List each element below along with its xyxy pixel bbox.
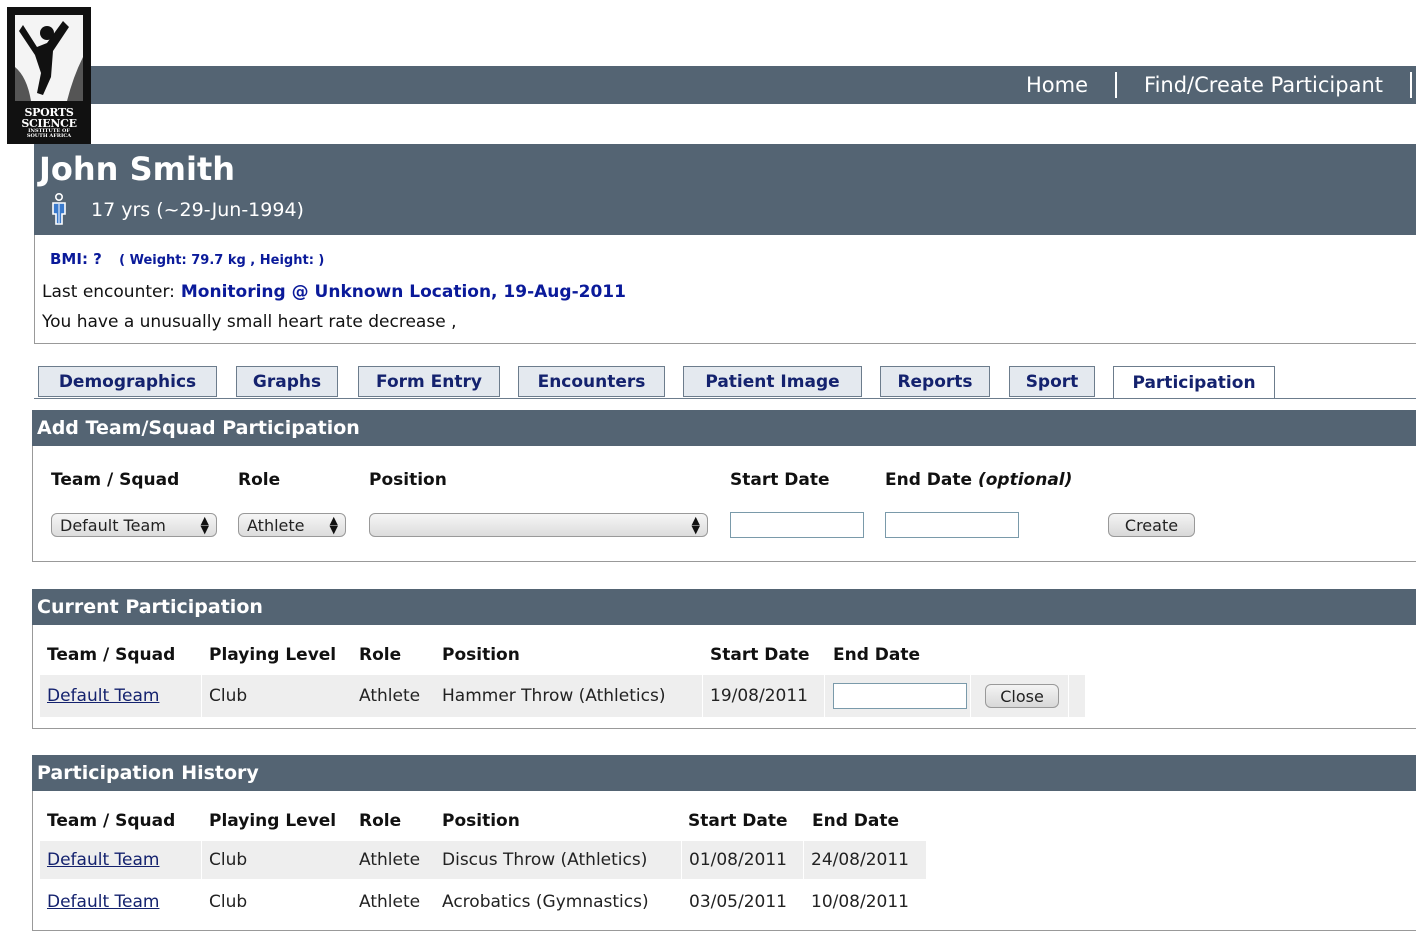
team-squad-label: Team / Squad (51, 470, 180, 490)
participant-header: John Smith 17 yrs (~29-Jun-1994) (34, 144, 1416, 235)
add-participation-panel: Team / Squad Role Position Start Date En… (32, 446, 1416, 562)
end-date-cell: 24/08/2011 (804, 841, 926, 879)
position-cell: Acrobatics (Gymnastics) (442, 892, 649, 912)
col-role: Role (359, 645, 402, 665)
start-date-cell: 03/05/2011 (689, 892, 787, 912)
last-encounter-label: Last encounter: (42, 282, 175, 302)
col-end-date: End Date (812, 811, 900, 831)
warning-message: You have a unusually small heart rate de… (42, 312, 457, 332)
spacer-cell (1069, 675, 1085, 717)
col-start-date: Start Date (710, 645, 810, 665)
team-link[interactable]: Default Team (47, 686, 159, 706)
role-cell: Athlete (352, 841, 435, 879)
end-date-cell: 10/08/2011 (811, 892, 909, 912)
tab-encounters[interactable]: Encounters (518, 366, 665, 397)
col-playing-level: Playing Level (209, 811, 337, 831)
nav-separator (1115, 72, 1118, 98)
role-select[interactable]: Athlete ▲ ▼ (238, 513, 346, 537)
start-date-label: Start Date (730, 470, 830, 490)
tab-participation[interactable]: Participation (1113, 366, 1275, 399)
male-person-icon (50, 192, 68, 229)
role-cell: Athlete (352, 675, 435, 717)
create-button[interactable]: Create (1108, 513, 1195, 537)
athlete-silhouette-icon (15, 15, 83, 101)
select-arrows-icon: ▲ ▼ (200, 514, 209, 536)
nav-find-create-link[interactable]: Find/Create Participant (1144, 73, 1383, 97)
institute-logo[interactable]: SPORTS SCIENCE INSTITUTE OF SOUTH AFRICA (7, 7, 91, 144)
col-team-squad: Team / Squad (47, 645, 176, 665)
col-position: Position (442, 645, 520, 665)
role-cell: Athlete (359, 892, 421, 912)
col-end-date: End Date (833, 645, 921, 665)
tab-underline (34, 398, 1416, 399)
start-date-input[interactable] (730, 512, 864, 538)
level-cell: Club (202, 841, 352, 879)
end-date-label: End Date (optional) (885, 470, 1073, 490)
level-cell: Club (202, 675, 352, 717)
close-button[interactable]: Close (985, 684, 1059, 708)
select-arrows-icon: ▲ ▼ (329, 514, 338, 536)
bmi-detail: ( Weight: 79.7 kg , Height: ) (119, 253, 325, 268)
select-arrows-icon: ▲ ▼ (691, 514, 700, 536)
current-participation-header: Current Participation (32, 589, 1416, 625)
team-link[interactable]: Default Team (47, 892, 159, 912)
team-select-value: Default Team (60, 515, 166, 535)
position-select[interactable]: ▲ ▼ (369, 513, 708, 537)
logo-text: SPORTS SCIENCE INSTITUTE OF SOUTH AFRICA (21, 106, 77, 139)
nav-home-link[interactable]: Home (1026, 73, 1088, 97)
optional-note: (optional) (977, 470, 1073, 490)
team-select[interactable]: Default Team ▲ ▼ (51, 513, 217, 537)
tab-sport[interactable]: Sport (1009, 366, 1095, 397)
action-cell: Close (971, 675, 1068, 717)
participant-name: John Smith (39, 150, 236, 188)
start-date-cell: 19/08/2011 (703, 675, 824, 717)
participation-history-header: Participation History (32, 755, 1416, 791)
role-label: Role (238, 470, 281, 490)
end-date-cell (825, 675, 970, 717)
participation-history-panel: Team / Squad Playing Level Role Position… (32, 791, 1416, 931)
end-date-input[interactable] (885, 512, 1019, 538)
col-start-date: Start Date (688, 811, 788, 831)
current-participation-panel: Team / Squad Playing Level Role Position… (32, 625, 1416, 729)
tab-form-entry[interactable]: Form Entry (358, 366, 500, 397)
position-label: Position (369, 470, 447, 490)
team-cell: Default Team (40, 675, 201, 717)
tab-demographics[interactable]: Demographics (38, 366, 217, 397)
bmi-label: BMI: ? (50, 250, 102, 268)
last-encounter: Last encounter: Monitoring @ Unknown Loca… (42, 282, 626, 302)
position-cell: Hammer Throw (Athletics) (435, 675, 702, 717)
tab-graphs[interactable]: Graphs (236, 366, 338, 397)
team-cell: Default Team (40, 882, 201, 922)
bmi-info: BMI: ? ( Weight: 79.7 kg , Height: ) (50, 250, 324, 268)
position-cell: Discus Throw (Athletics) (435, 841, 681, 879)
col-team-squad: Team / Squad (47, 811, 176, 831)
start-date-cell: 01/08/2011 (682, 841, 803, 879)
role-select-value: Athlete (247, 515, 305, 535)
team-link[interactable]: Default Team (47, 850, 159, 870)
nav-separator (1410, 72, 1412, 98)
tab-reports[interactable]: Reports (880, 366, 990, 397)
level-cell: Club (209, 892, 248, 912)
participant-age: 17 yrs (~29-Jun-1994) (91, 199, 304, 221)
top-nav-bar: Home Find/Create Participant (91, 66, 1416, 104)
end-date-input[interactable] (833, 683, 967, 709)
tab-patient-image[interactable]: Patient Image (683, 366, 862, 397)
main-nav: Home Find/Create Participant (1026, 66, 1416, 104)
col-position: Position (442, 811, 520, 831)
last-encounter-value: Monitoring @ Unknown Location, 19-Aug-20… (180, 282, 626, 302)
add-participation-header: Add Team/Squad Participation (32, 410, 1416, 446)
team-cell: Default Team (40, 841, 201, 879)
col-role: Role (359, 811, 402, 831)
col-playing-level: Playing Level (209, 645, 337, 665)
participant-info: BMI: ? ( Weight: 79.7 kg , Height: ) Las… (34, 235, 1416, 344)
